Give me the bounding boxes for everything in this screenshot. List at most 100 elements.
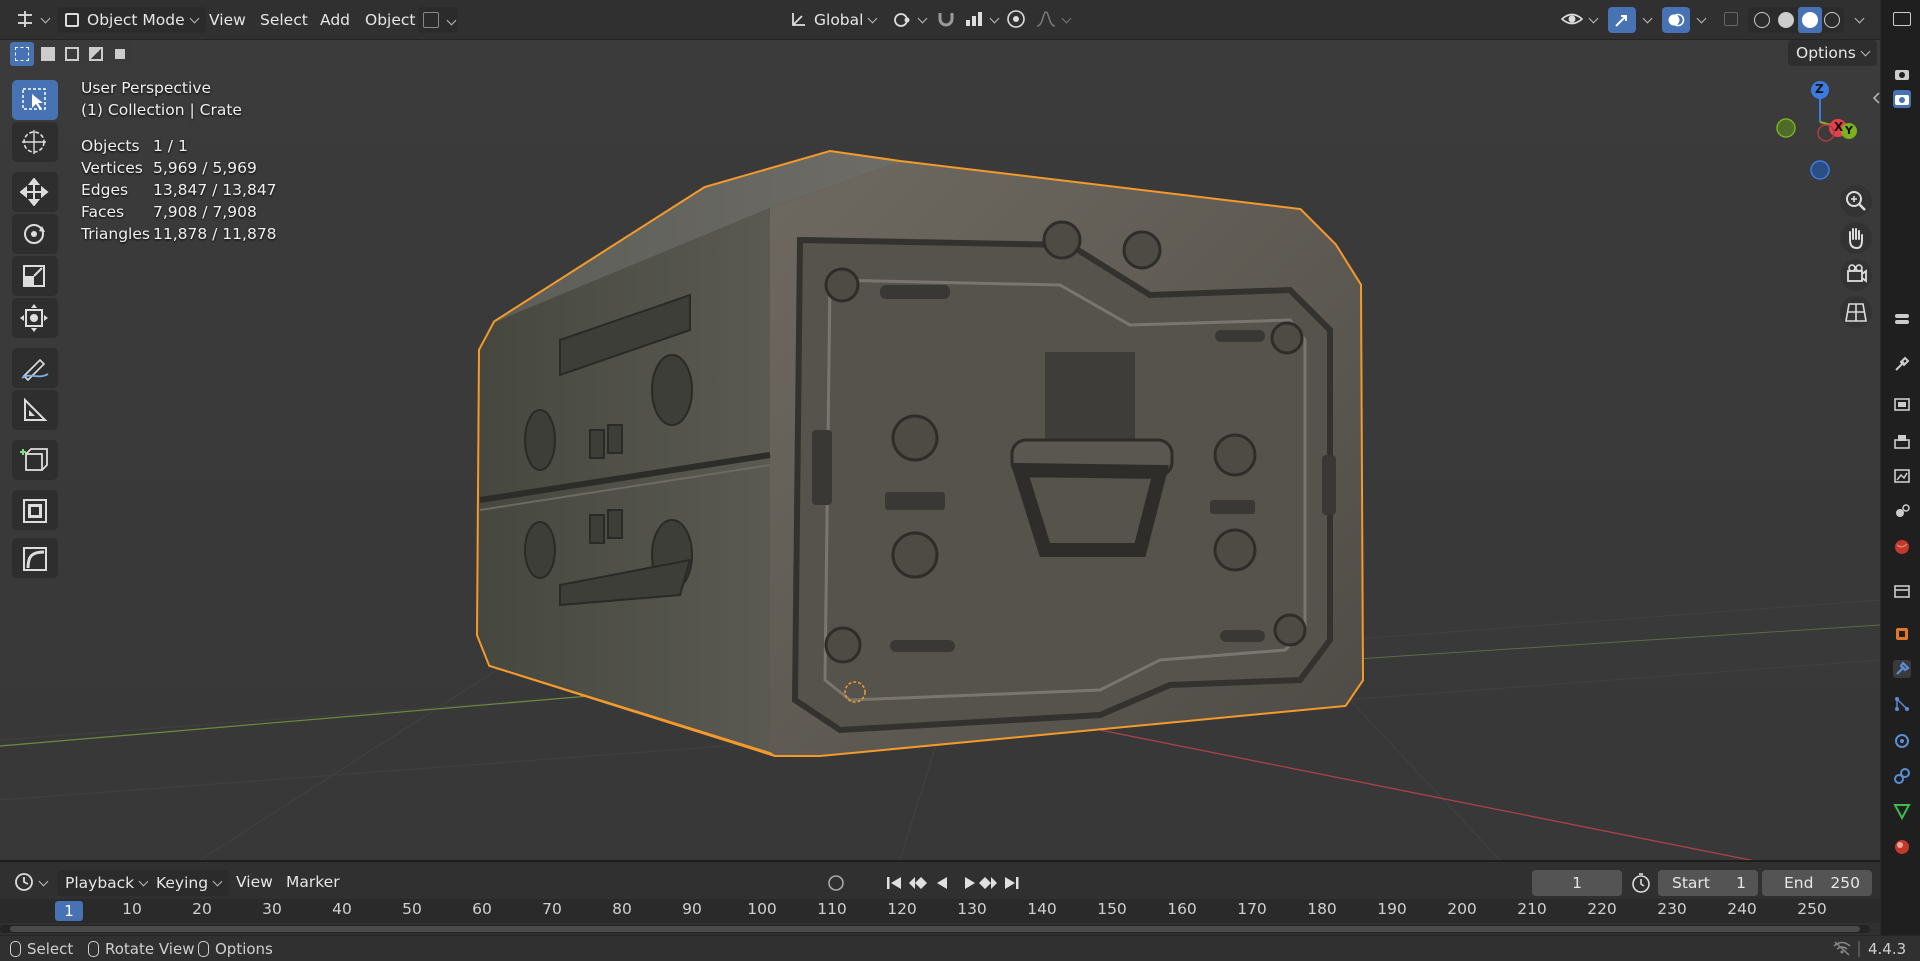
physics-properties-icon[interactable] xyxy=(1893,732,1911,750)
snap-target-dropdown[interactable] xyxy=(963,7,1000,33)
tool-measure[interactable] xyxy=(12,390,58,430)
particles-properties-icon[interactable] xyxy=(1893,695,1911,713)
sidebar-collapse-arrow[interactable] xyxy=(1872,90,1880,104)
tool-transform[interactable] xyxy=(12,298,58,338)
jump-start-button[interactable] xyxy=(887,877,901,889)
pivot-point-dropdown[interactable] xyxy=(893,7,928,33)
world-properties-icon[interactable] xyxy=(1893,538,1911,556)
select-extend-button[interactable] xyxy=(36,42,60,66)
3d-viewport[interactable] xyxy=(0,40,1880,860)
material-properties-icon[interactable] xyxy=(1893,838,1911,856)
frame-ruler[interactable]: 1 10 20 30 40 50 60 70 80 90 100 110 120 130 140 150 16… xyxy=(0,899,1880,923)
play-reverse-button[interactable] xyxy=(937,877,947,889)
zoom-button[interactable] xyxy=(1840,185,1872,217)
play-button[interactable] xyxy=(965,877,975,889)
camera-render-icon[interactable] xyxy=(1893,90,1911,108)
perspective-toggle-button[interactable] xyxy=(1840,296,1872,328)
playback-menu[interactable]: Playback xyxy=(57,870,156,896)
tool-scale[interactable] xyxy=(12,256,58,296)
outliner-icon[interactable] xyxy=(1893,12,1911,26)
stopwatch-icon xyxy=(1632,873,1650,893)
render-properties-icon[interactable] xyxy=(1893,395,1911,413)
timeline-editor-type-dropdown[interactable] xyxy=(14,872,49,892)
constraints-properties-icon[interactable] xyxy=(1893,767,1911,785)
menu-view[interactable]: View xyxy=(209,7,246,33)
editor-type-dropdown[interactable] xyxy=(14,7,51,33)
preview-range-toggle[interactable] xyxy=(1630,872,1652,894)
viewport-scene[interactable] xyxy=(0,40,1880,860)
status-rotate-hint: Rotate View xyxy=(88,940,194,958)
current-frame-field[interactable]: 1 xyxy=(1532,870,1622,896)
timeline-scrollbar[interactable] xyxy=(0,925,1870,933)
timeline-view-menu[interactable]: View xyxy=(236,873,273,891)
tool-properties-icon[interactable] xyxy=(1893,355,1911,373)
object-properties-icon[interactable] xyxy=(1893,625,1911,643)
navigation-gizmo[interactable]: Z X Y xyxy=(1770,78,1870,188)
ruler-tick-label: 120 xyxy=(887,900,917,918)
options-dropdown[interactable]: Options xyxy=(1788,40,1877,66)
gizmo-options-dropdown[interactable] xyxy=(1638,7,1653,33)
menu-select[interactable]: Select xyxy=(260,7,308,33)
jump-next-keyframe-button[interactable] xyxy=(979,877,997,889)
output-properties-icon[interactable] xyxy=(1893,432,1911,450)
select-difference-button[interactable] xyxy=(84,42,108,66)
object-gizmo-dropdown[interactable] xyxy=(418,7,458,33)
solid-shading-icon[interactable] xyxy=(1778,12,1794,28)
jump-prev-keyframe-button[interactable] xyxy=(909,877,927,889)
keying-menu[interactable]: Keying xyxy=(148,870,230,896)
ruler-tick-label: 40 xyxy=(332,900,352,918)
snap-toggle[interactable] xyxy=(935,7,957,33)
toggle-sidebar-icon[interactable] xyxy=(1893,310,1911,328)
mode-dropdown[interactable]: Object Mode xyxy=(57,7,206,33)
transform-orientation-dropdown[interactable]: Global xyxy=(790,7,878,33)
tool-bend[interactable] xyxy=(12,538,58,578)
start-frame-field[interactable]: Start 1 xyxy=(1658,870,1758,896)
camera-lock-icon[interactable] xyxy=(1893,65,1911,83)
xray-toggle[interactable] xyxy=(1720,7,1742,33)
proportional-editing-toggle[interactable] xyxy=(1005,7,1027,33)
tool-cursor[interactable] xyxy=(12,122,58,162)
toggle-overlays-button[interactable] xyxy=(1662,7,1690,33)
marker-menu[interactable]: Marker xyxy=(286,873,340,891)
camera-view-button[interactable] xyxy=(1840,259,1872,291)
tool-rotate[interactable] xyxy=(12,214,58,254)
overlay-options-dropdown[interactable] xyxy=(1692,7,1707,33)
view-layer-properties-icon[interactable] xyxy=(1893,467,1911,485)
selectability-visibility-dropdown[interactable] xyxy=(1560,7,1599,33)
auto-keying-toggle[interactable] xyxy=(826,873,846,893)
collection-properties-icon[interactable] xyxy=(1893,582,1911,600)
ruler-tick-label: 180 xyxy=(1307,900,1337,918)
tool-add-cube[interactable] xyxy=(12,440,58,480)
ruler-tick-label: 70 xyxy=(542,900,562,918)
ruler-tick-label: 230 xyxy=(1657,900,1687,918)
tool-annotate[interactable] xyxy=(12,348,58,388)
current-frame-marker[interactable]: 1 xyxy=(55,901,83,921)
select-new-button[interactable] xyxy=(10,42,34,66)
pivot-icon xyxy=(894,13,910,27)
menu-add[interactable]: Add xyxy=(320,7,350,33)
jump-end-button[interactable] xyxy=(1005,877,1019,889)
tool-select-box[interactable] xyxy=(12,80,58,120)
select-subtract-button[interactable] xyxy=(60,42,84,66)
pan-button[interactable] xyxy=(1840,222,1872,254)
toggle-gizmos-button[interactable] xyxy=(1608,7,1636,33)
material-preview-shading-button[interactable] xyxy=(1798,7,1822,33)
menu-object[interactable]: Object xyxy=(365,7,415,33)
tool-move[interactable] xyxy=(12,172,58,212)
falloff-dropdown[interactable] xyxy=(1035,7,1072,33)
tool-shear[interactable] xyxy=(12,490,58,530)
scene-properties-icon[interactable] xyxy=(1893,502,1911,520)
shading-options-dropdown[interactable] xyxy=(1850,7,1865,33)
status-options-hint: Options xyxy=(198,940,273,958)
gizmo-x-label: X xyxy=(1834,120,1844,134)
select-intersect-button[interactable] xyxy=(108,42,132,66)
data-properties-icon[interactable] xyxy=(1893,802,1911,821)
timeline-scrollbar-thumb[interactable] xyxy=(10,926,1860,932)
modifier-properties-icon[interactable] xyxy=(1893,660,1911,678)
wireframe-shading-icon[interactable] xyxy=(1754,12,1770,28)
network-disabled-icon xyxy=(1832,940,1852,960)
rendered-shading-icon[interactable] xyxy=(1824,12,1840,28)
hand-icon xyxy=(1849,228,1863,250)
end-frame-field[interactable]: End 250 xyxy=(1762,870,1872,896)
timeline-editor: Playback Keying View Marker 1 Start 1 En… xyxy=(0,860,1880,935)
